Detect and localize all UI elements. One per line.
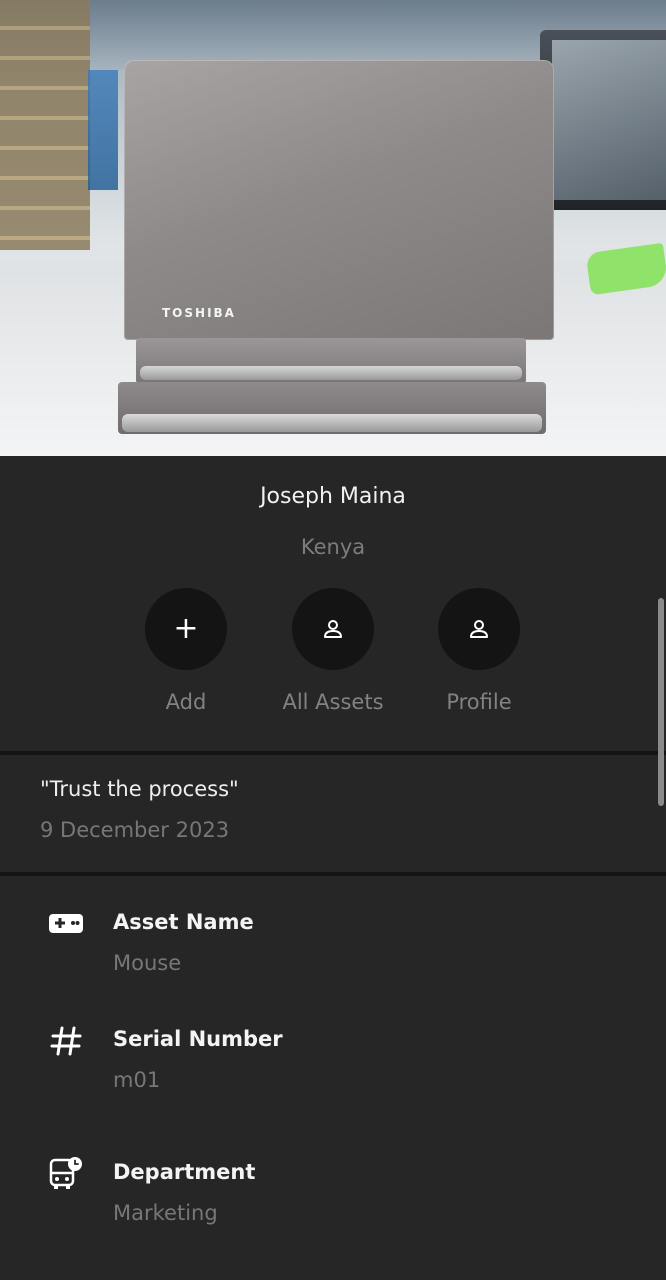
section-divider <box>0 751 666 755</box>
gamepad-icon <box>49 914 83 933</box>
hero-image: TOSHIBA <box>0 0 666 456</box>
detail-department: Department Marketing <box>0 1156 666 1236</box>
quote-text: "Trust the process" <box>40 777 239 801</box>
add-button-circle[interactable]: + <box>145 588 227 670</box>
all-assets-button-circle[interactable] <box>292 588 374 670</box>
person-icon <box>324 620 342 638</box>
profile-button-circle[interactable] <box>438 588 520 670</box>
bus-clock-icon <box>49 1157 82 1189</box>
detail-serial-number-value: m01 <box>113 1068 161 1092</box>
hero-shelf-boxes <box>88 70 118 190</box>
profile-country: Kenya <box>300 535 366 559</box>
detail-serial-number-title: Serial Number <box>113 1027 283 1051</box>
detail-asset-name-value: Mouse <box>113 951 182 975</box>
hero-laptop-third-hinge <box>122 414 542 432</box>
asset-detail-screen: TOSHIBA Joseph Maina Kenya + Add All Ass… <box>0 0 666 1280</box>
profile-button[interactable]: Profile <box>409 588 549 728</box>
quote-date: 9 December 2023 <box>40 818 230 842</box>
profile-name: Joseph Maina <box>260 484 406 509</box>
person-icon <box>470 620 488 638</box>
section-divider <box>0 872 666 876</box>
add-button[interactable]: + Add <box>116 588 256 728</box>
all-assets-button[interactable]: All Assets <box>263 588 403 728</box>
hero-laptop-lid <box>124 60 554 340</box>
hash-icon <box>50 1026 82 1056</box>
detail-department-title: Department <box>113 1160 256 1184</box>
detail-serial-number: Serial Number m01 <box>0 1023 666 1103</box>
detail-department-value: Marketing <box>113 1201 218 1225</box>
plus-icon: + <box>173 611 199 646</box>
detail-asset-name-title: Asset Name <box>113 910 254 934</box>
detail-asset-name: Asset Name Mouse <box>0 906 666 986</box>
scrollbar[interactable] <box>658 598 664 806</box>
profile-button-label: Profile <box>446 690 512 714</box>
hero-shelf <box>0 0 90 250</box>
hero-laptop-second-hinge <box>140 366 522 380</box>
hero-laptop-brand: TOSHIBA <box>162 306 236 320</box>
hero-monitor-screen <box>552 40 666 200</box>
add-button-label: Add <box>165 690 207 714</box>
all-assets-button-label: All Assets <box>282 690 384 714</box>
